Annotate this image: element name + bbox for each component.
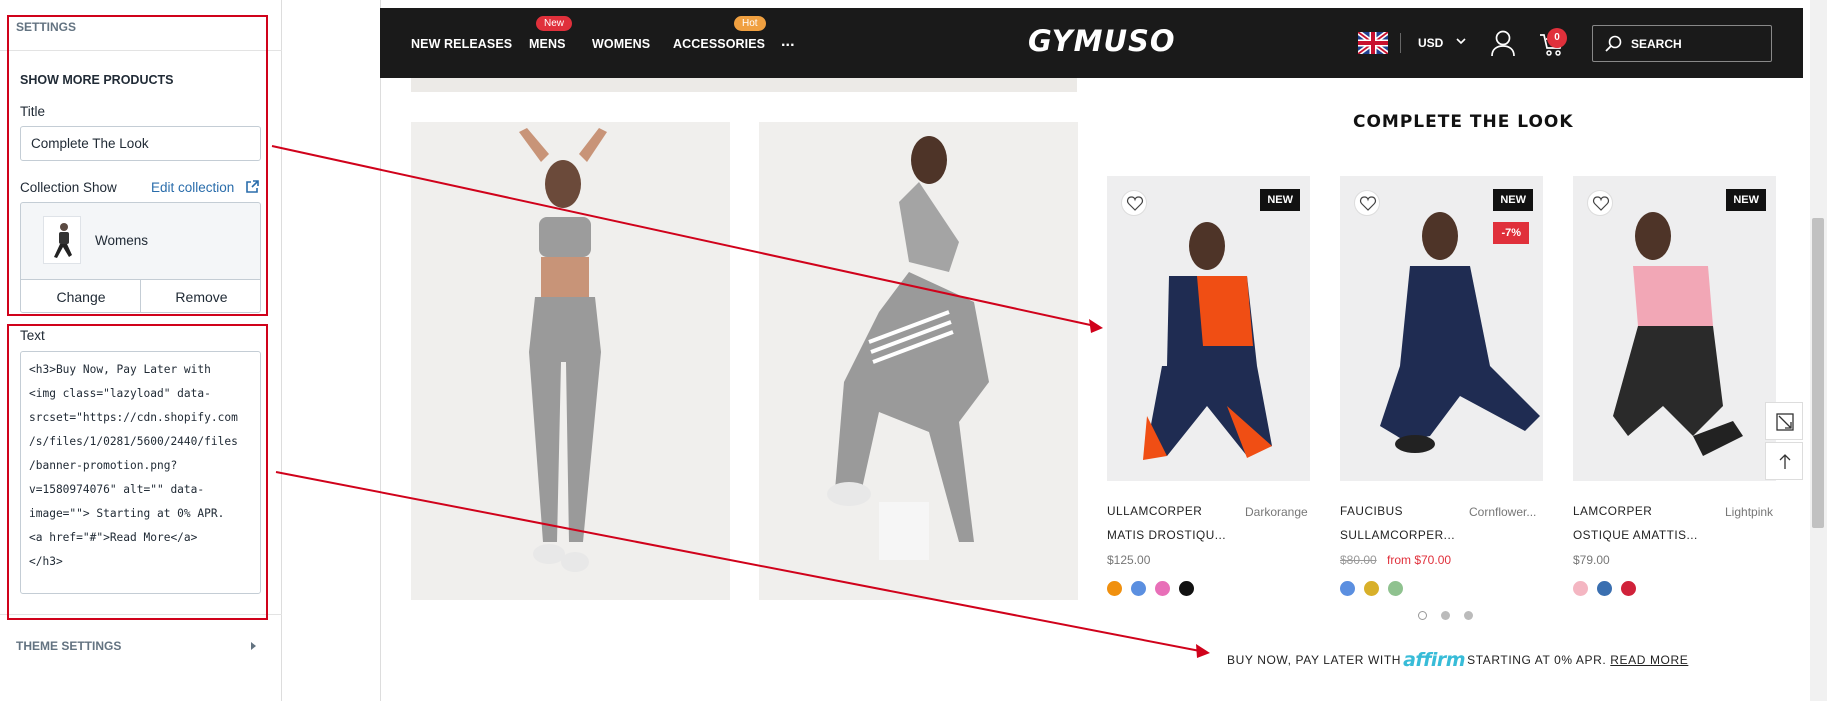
- annotation-arrows: [271, 145, 1210, 658]
